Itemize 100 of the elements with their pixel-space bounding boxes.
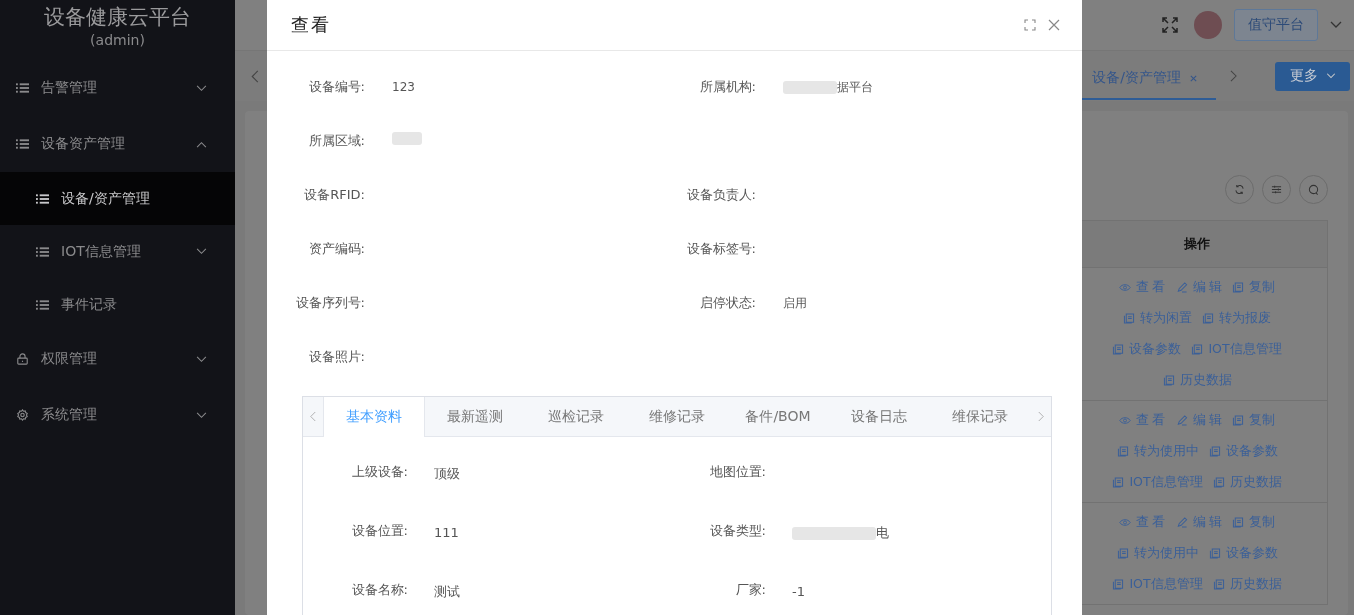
field-label: 设备负责人:: [685, 186, 756, 204]
action-link[interactable]: 查 看: [1118, 514, 1166, 531]
user-name: (admin): [90, 31, 145, 50]
menu-item[interactable]: 系统管理: [0, 387, 235, 443]
copy-icon: [1232, 415, 1245, 426]
avatar[interactable]: [1194, 11, 1222, 39]
copy-icon: [1212, 477, 1225, 488]
chevron-icon: [196, 84, 207, 92]
pencil-icon: [1175, 415, 1188, 426]
fullscreen-icon[interactable]: [1162, 17, 1178, 33]
user-button[interactable]: 值守平台: [1234, 9, 1318, 41]
list-icon: [16, 82, 29, 94]
field-value: 测试: [434, 583, 460, 601]
tab[interactable]: 最新遥测: [425, 397, 526, 436]
eye-icon: [1118, 517, 1131, 528]
menu-item[interactable]: 告警管理: [0, 60, 235, 116]
action-link[interactable]: 设备参数: [1208, 545, 1278, 562]
action-link[interactable]: IOT信息管理: [1191, 341, 1282, 358]
action-link[interactable]: 转为使用中: [1116, 443, 1199, 460]
tab[interactable]: 设备日志: [829, 397, 930, 436]
close-icon[interactable]: [1048, 19, 1060, 31]
action-link[interactable]: 历史数据: [1212, 474, 1282, 491]
action-link[interactable]: 转为报废: [1202, 310, 1271, 327]
pencil-icon: [1175, 282, 1188, 293]
sliders-icon: [1271, 184, 1282, 195]
menu-item[interactable]: 设备/资产管理: [0, 172, 235, 225]
action-link[interactable]: IOT信息管理: [1112, 576, 1203, 593]
action-link[interactable]: 历史数据: [1212, 576, 1282, 593]
field-label: 上级设备:: [350, 463, 408, 481]
field-label: 设备照片:: [307, 348, 365, 366]
action-link[interactable]: 转为使用中: [1116, 545, 1199, 562]
lock-icon: [16, 353, 29, 365]
tab[interactable]: 巡检记录: [526, 397, 627, 436]
field-value: 启用: [783, 295, 807, 312]
action-link[interactable]: 设备参数: [1112, 341, 1182, 358]
field-value: 顶级: [434, 465, 460, 483]
field-label: 所属区域:: [307, 132, 365, 150]
maximize-icon[interactable]: [1024, 19, 1036, 31]
tab[interactable]: 备件/BOM: [728, 397, 829, 436]
chevron-left-icon[interactable]: [310, 411, 316, 422]
action-link[interactable]: 查 看: [1118, 279, 1166, 296]
filter-button[interactable]: [1262, 175, 1291, 204]
field-value: 123: [392, 79, 415, 96]
action-link[interactable]: 复制: [1232, 279, 1276, 296]
close-icon[interactable]: [1189, 73, 1198, 83]
caret-icon[interactable]: [1330, 21, 1342, 29]
copy-icon: [1116, 446, 1129, 457]
dialog-title: 查看: [291, 13, 332, 37]
action-link[interactable]: 查 看: [1118, 412, 1166, 429]
action-link[interactable]: 复制: [1232, 514, 1276, 531]
app-title: 设备健康云平台: [44, 4, 191, 30]
action-link[interactable]: 编 辑: [1175, 279, 1223, 296]
action-link[interactable]: 历史数据: [1162, 372, 1232, 389]
field-value: 电: [876, 524, 889, 542]
more-button[interactable]: 更多: [1275, 61, 1350, 91]
menu-item[interactable]: 事件记录: [0, 278, 235, 331]
tab[interactable]: 维保记录: [930, 397, 1031, 436]
chevron-right-icon[interactable]: [1230, 70, 1237, 82]
chevron-right-icon[interactable]: [1038, 411, 1044, 422]
action-link[interactable]: 设备参数: [1208, 443, 1278, 460]
list-icon: [36, 298, 49, 311]
field-label: 资产编码:: [307, 240, 365, 258]
copy-icon: [1208, 446, 1221, 457]
list-icon: [36, 245, 49, 258]
field-label: 设备RFID:: [303, 186, 365, 204]
eye-icon: [1118, 415, 1131, 426]
list-icon: [36, 192, 49, 205]
eye-icon: [1118, 282, 1131, 293]
action-link[interactable]: 编 辑: [1175, 412, 1223, 429]
field-label: 地图位置:: [708, 463, 766, 481]
tab[interactable]: 维修记录: [627, 397, 728, 436]
menu-item[interactable]: IOT信息管理: [0, 225, 235, 278]
menu-item[interactable]: 设备资产管理: [0, 116, 235, 172]
field-label: 启停状态:: [698, 294, 756, 312]
chevron-icon: [196, 248, 207, 255]
action-link[interactable]: 转为闲置: [1123, 310, 1192, 327]
field-label: 厂家:: [734, 581, 766, 599]
field-value: -1: [792, 583, 805, 601]
caret-icon: [1325, 73, 1336, 79]
field-value: 据平台: [837, 79, 873, 96]
refresh-icon: [1234, 184, 1245, 195]
copy-icon: [1232, 282, 1245, 293]
refresh-button[interactable]: [1225, 175, 1254, 204]
action-link[interactable]: 复制: [1232, 412, 1276, 429]
copy-icon: [1112, 579, 1125, 590]
search-icon: [1308, 184, 1319, 195]
settings-icon: [16, 409, 29, 421]
copy-icon: [1191, 344, 1204, 355]
copy-icon: [1212, 579, 1225, 590]
chevron-icon: [196, 140, 207, 148]
search-button[interactable]: [1299, 175, 1328, 204]
menu-item[interactable]: 权限管理: [0, 331, 235, 387]
copy-icon: [1232, 517, 1245, 528]
field-label: 设备序列号:: [294, 294, 365, 312]
action-link[interactable]: 编 辑: [1175, 514, 1223, 531]
pencil-icon: [1175, 517, 1188, 528]
action-link[interactable]: IOT信息管理: [1112, 474, 1203, 491]
chevron-left-icon[interactable]: [251, 69, 259, 83]
field-value: 111: [434, 524, 459, 542]
tab[interactable]: 基本资料: [323, 397, 425, 437]
